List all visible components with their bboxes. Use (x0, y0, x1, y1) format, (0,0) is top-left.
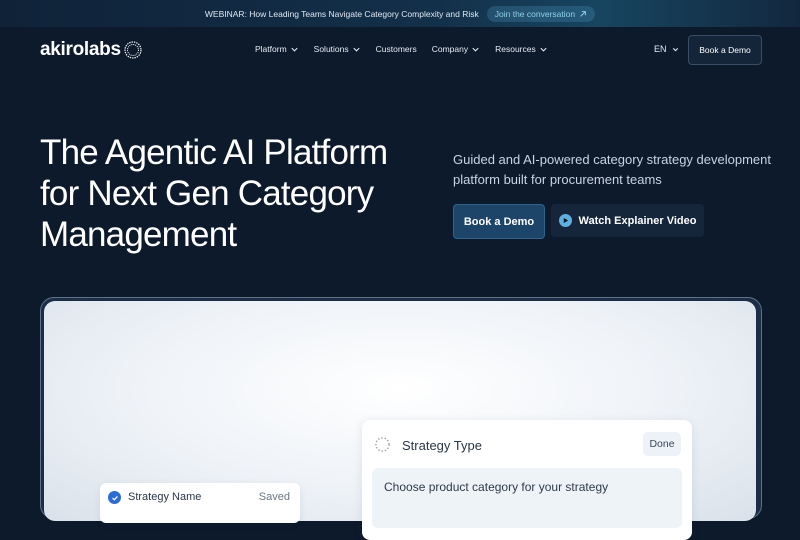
nav-item-label: Solutions (313, 44, 349, 54)
logo[interactable]: akirolabs (40, 39, 143, 61)
chevron-down-icon (353, 47, 360, 52)
chevron-down-icon (672, 47, 678, 51)
play-icon (558, 214, 572, 227)
spinner-icon (375, 437, 390, 452)
chevron-down-icon (472, 47, 479, 52)
check-icon (108, 491, 121, 504)
nav-item-label: Resources (495, 44, 536, 54)
join-conversation-link[interactable]: Join the conversation (486, 5, 596, 22)
watch-video-label: Watch Explainer Video (578, 214, 697, 227)
arrow-up-right-icon (580, 10, 586, 17)
strategy-name-label: Strategy Name (128, 491, 202, 503)
language-label: EN (654, 44, 667, 54)
nav-item-resources[interactable]: Resources (495, 44, 548, 54)
done-button[interactable]: Done (643, 432, 681, 456)
strategy-name-card: Strategy Name Saved (100, 483, 300, 523)
strategy-type-title: Strategy Type (402, 438, 482, 453)
strategy-type-card: Strategy Type Done Choose product catego… (362, 420, 692, 540)
nav-menu: Platform Solutions Customers Company Res… (255, 27, 548, 71)
nav-item-label: Customers (375, 44, 417, 54)
announcement-banner: WEBINAR: How Leading Teams Navigate Cate… (0, 0, 800, 27)
nav-book-demo-button[interactable]: Book a Demo (688, 35, 762, 65)
logo-ring-icon (124, 41, 142, 59)
banner-cta-label: Join the conversation (494, 8, 576, 19)
watch-video-button[interactable]: Watch Explainer Video (551, 204, 704, 237)
nav-item-customers[interactable]: Customers (376, 44, 417, 54)
main-nav: akirolabs Platform Solutions Customers C… (0, 27, 800, 71)
nav-item-company[interactable]: Company (432, 44, 480, 54)
chevron-down-icon (291, 47, 298, 52)
nav-item-label: Company (431, 44, 469, 54)
hero-title: The Agentic AI Platform for Next Gen Cat… (40, 133, 388, 254)
language-selector[interactable]: EN (654, 27, 680, 71)
category-prompt: Choose product category for your strateg… (384, 480, 609, 494)
hero-subtitle: Guided and AI-powered category strategy … (453, 152, 771, 187)
saved-status: Saved (258, 491, 290, 503)
hero-book-demo-button[interactable]: Book a Demo (453, 204, 545, 239)
banner-text: WEBINAR: How Leading Teams Navigate Cate… (204, 8, 479, 19)
nav-item-solutions[interactable]: Solutions (314, 44, 361, 54)
logo-text: akirolabs (40, 39, 121, 60)
nav-item-label: Platform (255, 44, 287, 54)
category-chooser[interactable]: Choose product category for your strateg… (372, 468, 682, 528)
nav-item-platform[interactable]: Platform (255, 44, 299, 54)
chevron-down-icon (540, 47, 547, 52)
